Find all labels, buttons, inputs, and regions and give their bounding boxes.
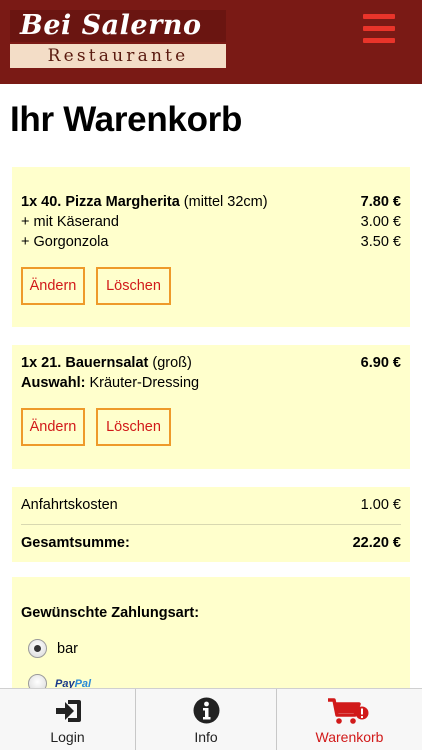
- logo-name: Bei Salerno: [10, 10, 226, 42]
- total-row: Gesamtsumme: 22.20 €: [21, 533, 401, 553]
- total-label: Gesamtsumme:: [21, 535, 130, 551]
- item-title-row: 1x 40. Pizza Margherita (mittel 32cm) 7.…: [21, 192, 401, 212]
- delete-button[interactable]: Löschen: [96, 408, 171, 446]
- choice-value: Kräuter-Dressing: [89, 375, 200, 391]
- order-summary: Anfahrtskosten 1.00 € Gesamtsumme: 22.20…: [12, 487, 410, 562]
- cart-item-pizza: 1x 40. Pizza Margherita (mittel 32cm) 7.…: [12, 167, 410, 327]
- item-variant: (mittel 32cm): [183, 194, 268, 210]
- tab-label: Warenkorb: [315, 729, 384, 745]
- summary-divider: [21, 524, 401, 525]
- logo-subtitle: Restaurante: [10, 44, 226, 68]
- item-title-row: 1x 21. Bauernsalat (groß) 6.90 €: [21, 353, 401, 373]
- item-title: 1x 21. Bauernsalat: [21, 355, 149, 371]
- delivery-label: Anfahrtskosten: [21, 497, 118, 513]
- payment-option-bar[interactable]: bar: [57, 640, 78, 659]
- tab-info[interactable]: Info: [136, 689, 276, 750]
- delivery-value: 1.00 €: [360, 497, 401, 513]
- tab-cart[interactable]: Warenkorb: [277, 689, 422, 750]
- delete-button[interactable]: Löschen: [96, 267, 171, 305]
- item-extra-row: + Gorgonzola 3.50 €: [21, 232, 401, 252]
- app-header: Bei Salerno Restaurante: [0, 0, 422, 84]
- payment-title: Gewünschte Zahlungsart:: [21, 603, 401, 623]
- extra-label: + mit Käserand: [21, 214, 119, 230]
- item-price: 6.90 €: [360, 355, 401, 371]
- delivery-cost-row: Anfahrtskosten 1.00 €: [21, 495, 401, 515]
- total-value: 22.20 €: [352, 535, 401, 551]
- restaurant-logo[interactable]: Bei Salerno Restaurante: [10, 10, 226, 68]
- tab-label: Login: [50, 729, 85, 745]
- payment-title-text: Gewünschte Zahlungsart:: [21, 605, 200, 621]
- item-title: 1x 40. Pizza Margherita: [21, 194, 180, 210]
- item-extra-row: + mit Käserand 3.00 €: [21, 212, 401, 232]
- payment-section: Gewünschte Zahlungsart: bar PayPal: [12, 577, 410, 693]
- bottom-tab-bar: Login Info Warenkorb: [0, 688, 422, 750]
- extra-price: 3.50 €: [360, 234, 401, 250]
- choice-label: Auswahl:: [21, 375, 86, 391]
- cart-item-salad: 1x 21. Bauernsalat (groß) 6.90 € Auswahl…: [12, 345, 410, 469]
- payment-radio-bar[interactable]: [28, 639, 47, 658]
- extra-price: 3.00 €: [360, 214, 401, 230]
- hamburger-menu-icon[interactable]: [363, 14, 395, 44]
- page-title: Ihr Warenkorb: [10, 100, 243, 139]
- extra-label: + Gorgonzola: [21, 234, 109, 250]
- item-variant: (groß): [152, 355, 192, 371]
- info-icon: [193, 697, 220, 724]
- cart-icon: [328, 698, 369, 724]
- edit-button[interactable]: Ändern: [21, 408, 85, 446]
- item-price: 7.80 €: [360, 194, 401, 210]
- edit-button[interactable]: Ändern: [21, 267, 85, 305]
- tab-label: Info: [194, 729, 218, 745]
- tab-login[interactable]: Login: [0, 689, 135, 750]
- item-choice-row: Auswahl: Kräuter-Dressing: [21, 373, 401, 393]
- login-icon: [56, 700, 81, 722]
